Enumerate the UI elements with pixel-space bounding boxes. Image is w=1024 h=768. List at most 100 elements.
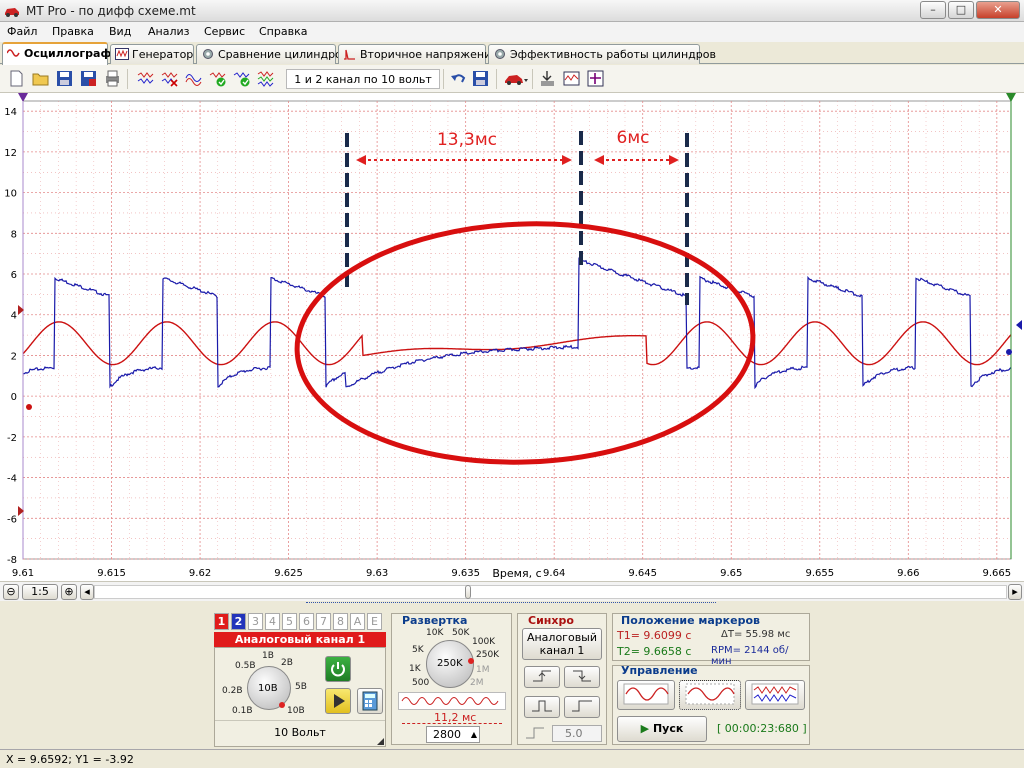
x-tick-label: 9.62 [189, 568, 211, 579]
scroll-thumb[interactable] [465, 585, 471, 599]
zoom-out-button[interactable]: ⊖ [3, 584, 19, 600]
open-folder-icon[interactable] [32, 70, 49, 87]
tab-label: Осциллограф [24, 47, 112, 60]
close-button[interactable]: ✕ [976, 1, 1020, 19]
knob-label: 500 [412, 678, 430, 688]
channel-tab-5[interactable]: 5 [282, 613, 297, 630]
menu-view[interactable]: Вид [109, 25, 131, 38]
tab-label: Генератор [132, 48, 194, 61]
maximize-button[interactable]: □ [948, 1, 974, 19]
wave-dotted-icon [685, 683, 735, 705]
panel-splitter[interactable] [306, 602, 716, 608]
tab-cylinder-efficiency[interactable]: Эффективность работы цилиндров [488, 44, 716, 64]
waveform-filter-icon[interactable] [185, 70, 202, 87]
export-icon[interactable] [539, 70, 556, 87]
channel-tab-3[interactable]: 3 [248, 613, 263, 630]
sweep-panel: Развертка 250K 10K 50K 5K 100K 250K 1K 1… [391, 613, 512, 745]
y-tick-label: 14 [4, 107, 17, 118]
tab-generator[interactable]: Генератор [110, 44, 194, 64]
sync-level-spinner[interactable]: 5.0 [552, 725, 602, 742]
start-button[interactable]: ▶ Пуск [617, 716, 707, 742]
waveform-accept-icon[interactable] [233, 70, 250, 87]
channel-tab-e[interactable]: E [367, 613, 382, 630]
waveform-check-icon[interactable] [209, 70, 226, 87]
knob-label: 0.2В [222, 686, 243, 696]
print-icon[interactable] [104, 70, 121, 87]
horizontal-scroll-bar: ⊖ 1:5 ⊕ ◂ ▸ [0, 581, 1024, 601]
menu-service[interactable]: Сервис [204, 25, 245, 38]
channel-tab-8[interactable]: 8 [333, 613, 348, 630]
channel-tab-a[interactable]: A [350, 613, 365, 630]
save-settings-icon[interactable] [472, 70, 489, 87]
save-icon[interactable] [56, 70, 73, 87]
sync-single-icon [572, 700, 592, 712]
sweep-title: Развертка [402, 614, 468, 627]
menu-edit[interactable]: Правка [52, 25, 94, 38]
x-tick-label: 9.615 [97, 568, 126, 579]
waveform-cross-icon[interactable] [161, 70, 178, 87]
sync-rising-edge-button[interactable] [524, 666, 560, 688]
arrow-head-icon [356, 155, 366, 165]
channel-tab-7[interactable]: 7 [316, 613, 331, 630]
menu-help[interactable]: Справка [259, 25, 307, 38]
generator-icon [115, 48, 129, 60]
trigger-channel-button[interactable] [325, 688, 351, 714]
calculator-button[interactable] [357, 688, 383, 714]
tab-cylinder-compare[interactable]: Сравнение цилиндров [196, 44, 348, 64]
scroll-right-button[interactable]: ▸ [1008, 584, 1022, 600]
x-tick-label: 9.645 [628, 568, 657, 579]
tab-oscilloscope[interactable]: Осциллограф [2, 42, 112, 65]
sync-mode-single-button[interactable] [564, 696, 600, 718]
toolbar-separator [496, 69, 497, 89]
zoom-level[interactable]: 1:5 [22, 584, 58, 600]
power-icon [331, 662, 345, 677]
knob-label: 10В [287, 706, 305, 716]
knob-indicator [279, 702, 285, 708]
sweep-points-spinner[interactable]: 2800 ▲ [426, 726, 480, 743]
y-axis: 14 12 10 8 6 4 2 0 -2 -4 -6 -8 [4, 107, 17, 566]
divider [215, 720, 385, 721]
voltage-range-select[interactable]: 10 Вольт [215, 724, 385, 742]
y-tick-label: 8 [11, 229, 17, 240]
waveform-icon[interactable] [137, 70, 154, 87]
channel-preset-combo[interactable]: 1 и 2 канал по 10 вольт [286, 69, 440, 89]
scroll-left-button[interactable]: ◂ [80, 584, 94, 600]
spinner-value: 5.0 [565, 727, 583, 740]
tab-label: Эффективность работы цилиндров [510, 48, 716, 61]
chart-view-icon[interactable] [563, 70, 580, 87]
scroll-track[interactable] [94, 585, 1007, 599]
zoom-in-button[interactable]: ⊕ [61, 584, 77, 600]
marker-rpm: RPM= 2144 об/мин [711, 645, 789, 667]
undo-icon[interactable] [450, 70, 467, 87]
tab-bar: Осциллограф Генератор Сравнение цилиндро… [0, 42, 1024, 65]
mode-single-wave-button[interactable] [617, 680, 675, 710]
oscilloscope-plot[interactable]: 14 12 10 8 6 4 2 0 -2 -4 -6 -8 9.61 9.61… [0, 93, 1024, 581]
car-select-icon[interactable] [503, 70, 529, 87]
sync-source-select[interactable]: Аналоговый канал 1 [522, 628, 602, 660]
channel-settings: 10В 1В 2В 0.5В 5В 0.2В 0.1В 10В 10 Вольт [214, 647, 386, 747]
menu-file[interactable]: Файл [7, 25, 37, 38]
spinner-arrows-icon[interactable]: ▲ [471, 727, 477, 742]
menu-analysis[interactable]: Анализ [148, 25, 190, 38]
new-file-icon[interactable] [8, 70, 25, 87]
waveform-stack-icon[interactable] [257, 70, 274, 87]
oscilloscope-canvas[interactable]: 14 12 10 8 6 4 2 0 -2 -4 -6 -8 9.61 9.61… [0, 93, 1024, 581]
x-axis-label: Время, с [492, 567, 541, 580]
mode-record-button[interactable] [679, 680, 741, 710]
ch2-level-marker[interactable] [1016, 320, 1022, 330]
channel-tab-1[interactable]: 1 [214, 613, 229, 630]
sync-mode-auto-button[interactable] [524, 696, 560, 718]
mode-multichannel-button[interactable] [745, 680, 805, 710]
fit-view-icon[interactable] [587, 70, 604, 87]
toolbar-separator [127, 69, 128, 89]
channel-tab-2[interactable]: 2 [231, 613, 246, 630]
tab-label: Сравнение цилиндров [218, 48, 349, 61]
sync-falling-edge-button[interactable] [564, 666, 600, 688]
channel-tab-4[interactable]: 4 [265, 613, 280, 630]
spark-icon [344, 49, 355, 60]
tab-secondary-voltage[interactable]: Вторичное напряжение [338, 44, 498, 64]
minimize-button[interactable]: – [920, 1, 946, 19]
channel-tab-6[interactable]: 6 [299, 613, 314, 630]
channel-power-button[interactable] [325, 656, 351, 682]
save-as-icon[interactable] [80, 70, 97, 87]
